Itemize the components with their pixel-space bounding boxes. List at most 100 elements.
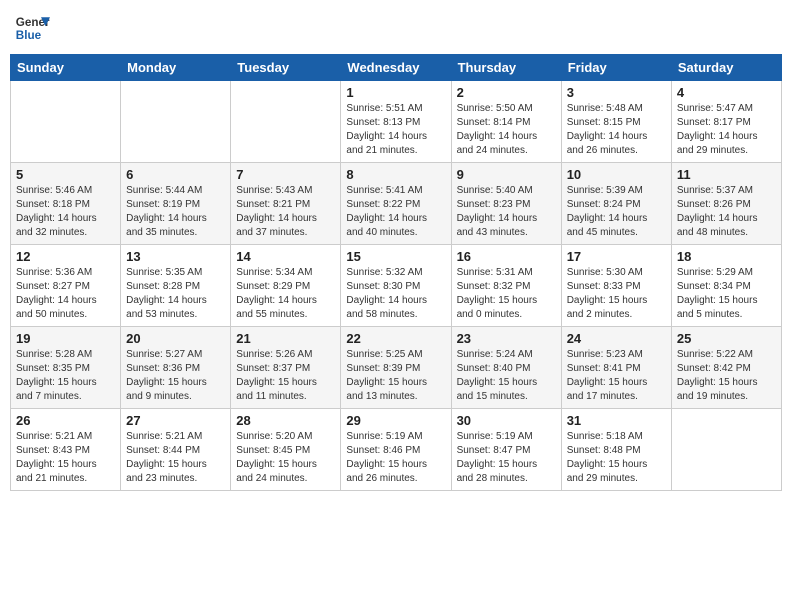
weekday-header-row: SundayMondayTuesdayWednesdayThursdayFrid… bbox=[11, 55, 782, 81]
day-number: 23 bbox=[457, 331, 556, 346]
day-info: Sunrise: 5:47 AMSunset: 8:17 PMDaylight:… bbox=[677, 102, 776, 158]
day-cell: 2 Sunrise: 5:50 AMSunset: 8:14 PMDaylight… bbox=[451, 81, 561, 163]
weekday-header-friday: Friday bbox=[561, 55, 671, 81]
day-number: 8 bbox=[346, 167, 445, 182]
day-cell: 31 Sunrise: 5:18 AMSunset: 8:48 PMDayligh… bbox=[561, 409, 671, 491]
day-number: 14 bbox=[236, 249, 335, 264]
day-cell: 23Sunrise: 5:24 AMSunset: 8:40 PMDayligh… bbox=[451, 327, 561, 409]
day-info: Sunrise: 5:46 AMSunset: 8:18 PMDaylight:… bbox=[16, 184, 115, 240]
day-info: Sunrise: 5:31 AMSunset: 8:32 PMDaylight:… bbox=[457, 266, 556, 322]
day-info: Sunrise: 5:36 AMSunset: 8:27 PMDaylight:… bbox=[16, 266, 115, 322]
day-cell bbox=[231, 81, 341, 163]
day-info: Sunrise: 5:25 AMSunset: 8:39 PMDaylight:… bbox=[346, 348, 445, 404]
day-number: 6 bbox=[126, 167, 225, 182]
day-info: Sunrise: 5:30 AMSunset: 8:33 PMDaylight:… bbox=[567, 266, 666, 322]
day-number: 21 bbox=[236, 331, 335, 346]
day-cell: 21 Sunrise: 5:26 AMSunset: 8:37 PMDayligh… bbox=[231, 327, 341, 409]
weekday-header-saturday: Saturday bbox=[671, 55, 781, 81]
day-cell: 27 Sunrise: 5:21 AMSunset: 8:44 PMDayligh… bbox=[121, 409, 231, 491]
day-cell: 9Sunrise: 5:40 AMSunset: 8:23 PMDaylight… bbox=[451, 163, 561, 245]
day-cell: 26 Sunrise: 5:21 AMSunset: 8:43 PMDayligh… bbox=[11, 409, 121, 491]
day-cell: 4 Sunrise: 5:47 AMSunset: 8:17 PMDaylight… bbox=[671, 81, 781, 163]
day-info: Sunrise: 5:44 AMSunset: 8:19 PMDaylight:… bbox=[126, 184, 225, 240]
day-number: 16 bbox=[457, 249, 556, 264]
day-number: 27 bbox=[126, 413, 225, 428]
day-number: 22 bbox=[346, 331, 445, 346]
week-row-2: 5 Sunrise: 5:46 AMSunset: 8:18 PMDaylight… bbox=[11, 163, 782, 245]
day-cell: 11 Sunrise: 5:37 AMSunset: 8:26 PMDayligh… bbox=[671, 163, 781, 245]
week-row-5: 26 Sunrise: 5:21 AMSunset: 8:43 PMDayligh… bbox=[11, 409, 782, 491]
week-row-4: 19 Sunrise: 5:28 AMSunset: 8:35 PMDayligh… bbox=[11, 327, 782, 409]
day-number: 11 bbox=[677, 167, 776, 182]
day-number: 3 bbox=[567, 85, 666, 100]
day-number: 9 bbox=[457, 167, 556, 182]
day-number: 15 bbox=[346, 249, 445, 264]
day-number: 24 bbox=[567, 331, 666, 346]
day-cell: 7 Sunrise: 5:43 AMSunset: 8:21 PMDaylight… bbox=[231, 163, 341, 245]
day-number: 13 bbox=[126, 249, 225, 264]
day-number: 12 bbox=[16, 249, 115, 264]
day-cell: 30 Sunrise: 5:19 AMSunset: 8:47 PMDayligh… bbox=[451, 409, 561, 491]
weekday-header-wednesday: Wednesday bbox=[341, 55, 451, 81]
day-info: Sunrise: 5:20 AMSunset: 8:45 PMDaylight:… bbox=[236, 430, 335, 486]
day-cell: 24 Sunrise: 5:23 AMSunset: 8:41 PMDayligh… bbox=[561, 327, 671, 409]
day-number: 10 bbox=[567, 167, 666, 182]
day-info: Sunrise: 5:23 AMSunset: 8:41 PMDaylight:… bbox=[567, 348, 666, 404]
day-cell: 28Sunrise: 5:20 AMSunset: 8:45 PMDayligh… bbox=[231, 409, 341, 491]
day-info: Sunrise: 5:28 AMSunset: 8:35 PMDaylight:… bbox=[16, 348, 115, 404]
svg-text:Blue: Blue bbox=[16, 29, 42, 42]
weekday-header-monday: Monday bbox=[121, 55, 231, 81]
day-info: Sunrise: 5:35 AMSunset: 8:28 PMDaylight:… bbox=[126, 266, 225, 322]
day-info: Sunrise: 5:29 AMSunset: 8:34 PMDaylight:… bbox=[677, 266, 776, 322]
calendar-table: SundayMondayTuesdayWednesdayThursdayFrid… bbox=[10, 54, 782, 491]
day-number: 20 bbox=[126, 331, 225, 346]
day-number: 19 bbox=[16, 331, 115, 346]
day-info: Sunrise: 5:19 AMSunset: 8:46 PMDaylight:… bbox=[346, 430, 445, 486]
day-cell: 6 Sunrise: 5:44 AMSunset: 8:19 PMDaylight… bbox=[121, 163, 231, 245]
day-info: Sunrise: 5:39 AMSunset: 8:24 PMDaylight:… bbox=[567, 184, 666, 240]
day-cell: 17 Sunrise: 5:30 AMSunset: 8:33 PMDayligh… bbox=[561, 245, 671, 327]
day-cell: 20Sunrise: 5:27 AMSunset: 8:36 PMDayligh… bbox=[121, 327, 231, 409]
day-cell: 8Sunrise: 5:41 AMSunset: 8:22 PMDaylight… bbox=[341, 163, 451, 245]
day-info: Sunrise: 5:50 AMSunset: 8:14 PMDaylight:… bbox=[457, 102, 556, 158]
day-info: Sunrise: 5:34 AMSunset: 8:29 PMDaylight:… bbox=[236, 266, 335, 322]
weekday-header-sunday: Sunday bbox=[11, 55, 121, 81]
day-number: 5 bbox=[16, 167, 115, 182]
day-cell: 19 Sunrise: 5:28 AMSunset: 8:35 PMDayligh… bbox=[11, 327, 121, 409]
day-info: Sunrise: 5:32 AMSunset: 8:30 PMDaylight:… bbox=[346, 266, 445, 322]
day-info: Sunrise: 5:19 AMSunset: 8:47 PMDaylight:… bbox=[457, 430, 556, 486]
weekday-header-tuesday: Tuesday bbox=[231, 55, 341, 81]
day-number: 1 bbox=[346, 85, 445, 100]
week-row-1: 1Sunrise: 5:51 AMSunset: 8:13 PMDaylight… bbox=[11, 81, 782, 163]
day-number: 2 bbox=[457, 85, 556, 100]
week-row-3: 12 Sunrise: 5:36 AMSunset: 8:27 PMDayligh… bbox=[11, 245, 782, 327]
day-number: 31 bbox=[567, 413, 666, 428]
day-cell: 5 Sunrise: 5:46 AMSunset: 8:18 PMDaylight… bbox=[11, 163, 121, 245]
day-cell: 12 Sunrise: 5:36 AMSunset: 8:27 PMDayligh… bbox=[11, 245, 121, 327]
day-info: Sunrise: 5:18 AMSunset: 8:48 PMDaylight:… bbox=[567, 430, 666, 486]
day-cell: 16 Sunrise: 5:31 AMSunset: 8:32 PMDayligh… bbox=[451, 245, 561, 327]
day-number: 7 bbox=[236, 167, 335, 182]
day-info: Sunrise: 5:37 AMSunset: 8:26 PMDaylight:… bbox=[677, 184, 776, 240]
day-info: Sunrise: 5:22 AMSunset: 8:42 PMDaylight:… bbox=[677, 348, 776, 404]
day-cell bbox=[671, 409, 781, 491]
day-cell: 14 Sunrise: 5:34 AMSunset: 8:29 PMDayligh… bbox=[231, 245, 341, 327]
day-number: 26 bbox=[16, 413, 115, 428]
day-number: 30 bbox=[457, 413, 556, 428]
day-cell: 1Sunrise: 5:51 AMSunset: 8:13 PMDaylight… bbox=[341, 81, 451, 163]
day-cell: 10 Sunrise: 5:39 AMSunset: 8:24 PMDayligh… bbox=[561, 163, 671, 245]
day-info: Sunrise: 5:21 AMSunset: 8:43 PMDaylight:… bbox=[16, 430, 115, 486]
day-number: 4 bbox=[677, 85, 776, 100]
logo-icon: General Blue bbox=[14, 10, 50, 46]
day-cell: 3 Sunrise: 5:48 AMSunset: 8:15 PMDaylight… bbox=[561, 81, 671, 163]
day-info: Sunrise: 5:26 AMSunset: 8:37 PMDaylight:… bbox=[236, 348, 335, 404]
day-cell bbox=[121, 81, 231, 163]
day-info: Sunrise: 5:43 AMSunset: 8:21 PMDaylight:… bbox=[236, 184, 335, 240]
day-cell: 29Sunrise: 5:19 AMSunset: 8:46 PMDayligh… bbox=[341, 409, 451, 491]
day-cell: 25Sunrise: 5:22 AMSunset: 8:42 PMDayligh… bbox=[671, 327, 781, 409]
day-info: Sunrise: 5:21 AMSunset: 8:44 PMDaylight:… bbox=[126, 430, 225, 486]
day-number: 17 bbox=[567, 249, 666, 264]
day-cell bbox=[11, 81, 121, 163]
day-cell: 22 Sunrise: 5:25 AMSunset: 8:39 PMDayligh… bbox=[341, 327, 451, 409]
day-info: Sunrise: 5:48 AMSunset: 8:15 PMDaylight:… bbox=[567, 102, 666, 158]
